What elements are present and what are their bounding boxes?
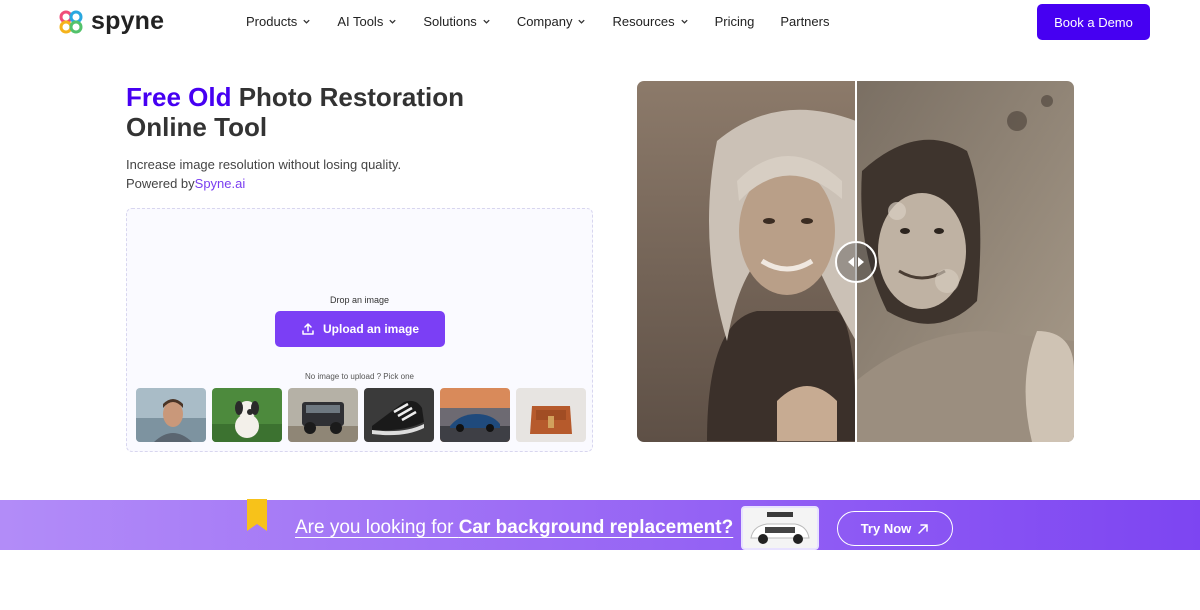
nav-label: Partners [780,14,830,29]
sports-car-image [440,388,510,442]
powered-prefix: Powered by [126,176,195,191]
nav-label: Solutions [423,14,477,29]
nav-solutions[interactable]: Solutions [423,14,490,29]
upload-icon [302,323,314,335]
nav-company[interactable]: Company [517,14,587,29]
subtitle-text: Increase image resolution without losing… [126,157,402,172]
sample-jeep[interactable] [288,388,358,442]
nav-label: Resources [612,14,675,29]
left-right-arrows-icon [848,257,864,267]
sneaker-image [364,388,434,442]
sample-sports-car[interactable] [440,388,510,442]
puppy-image [212,388,282,442]
spyne-logo[interactable]: spyne [57,7,164,36]
nav-resources[interactable]: Resources [612,14,688,29]
powered-by: Powered bySpyne.ai [126,174,401,193]
book-demo-button[interactable]: Book a Demo [1037,4,1150,40]
hero-subtitle: Increase image resolution without losing… [126,155,401,193]
arrow-up-right-icon [918,523,929,534]
chevron-down-icon [303,19,310,24]
sample-thumbnails [136,388,586,442]
upload-label: Upload an image [322,322,420,336]
sample-puppy[interactable] [212,388,282,442]
logo-wordmark: spyne [91,7,165,35]
banner-link[interactable]: Are you looking for Car background repla… [295,517,733,539]
chevron-down-icon [483,19,490,24]
spyne-link[interactable]: Spyne.ai [195,176,246,191]
sample-man-portrait[interactable] [136,388,206,442]
drop-label: Drop an image [329,295,390,305]
title-accent: Free Old [126,82,232,112]
banner-text-prefix: Are you looking for [295,517,459,538]
jeep-image [288,388,358,442]
bookmark-icon [247,499,267,531]
nav-label: Company [516,14,573,29]
white-suv-image [743,508,817,548]
nav-label: Products [246,14,298,29]
nav-ai-tools[interactable]: AI Tools [337,14,397,29]
spyne-logo-icon [59,10,83,33]
sample-handbag[interactable] [516,388,586,442]
upload-image-button[interactable]: Upload an image [275,311,445,347]
man-portrait-image [136,388,206,442]
nav-label: Pricing [714,14,755,29]
chevron-down-icon [389,19,396,24]
before-after-comparison[interactable] [637,81,1074,442]
try-now-button[interactable]: Try Now [837,511,953,546]
nav-products[interactable]: Products [246,14,311,29]
try-now-label: Try Now [860,521,912,536]
sample-sneaker[interactable] [364,388,434,442]
car-thumbnail [741,506,819,550]
handbag-image [516,388,586,442]
main-nav: Products AI Tools Solutions Company Reso… [246,14,829,29]
promo-banner: Are you looking for Car background repla… [0,499,1200,550]
pick-sample-label: No image to upload ? Pick one [305,372,414,381]
page-title: Free Old Photo Restoration Online Tool [126,82,546,142]
compare-slider-handle[interactable] [835,241,877,283]
nav-pricing[interactable]: Pricing [715,14,755,29]
banner-text-bold: Car background replacement? [458,517,734,538]
chevron-down-icon [578,19,586,24]
site-header: spyne Products AI Tools Solutions Compan… [0,0,1200,44]
nav-partners[interactable]: Partners [780,14,829,29]
chevron-down-icon [680,19,688,24]
nav-label: AI Tools [337,14,384,29]
image-dropzone[interactable]: Drop an image Upload an image No image t… [126,208,593,452]
